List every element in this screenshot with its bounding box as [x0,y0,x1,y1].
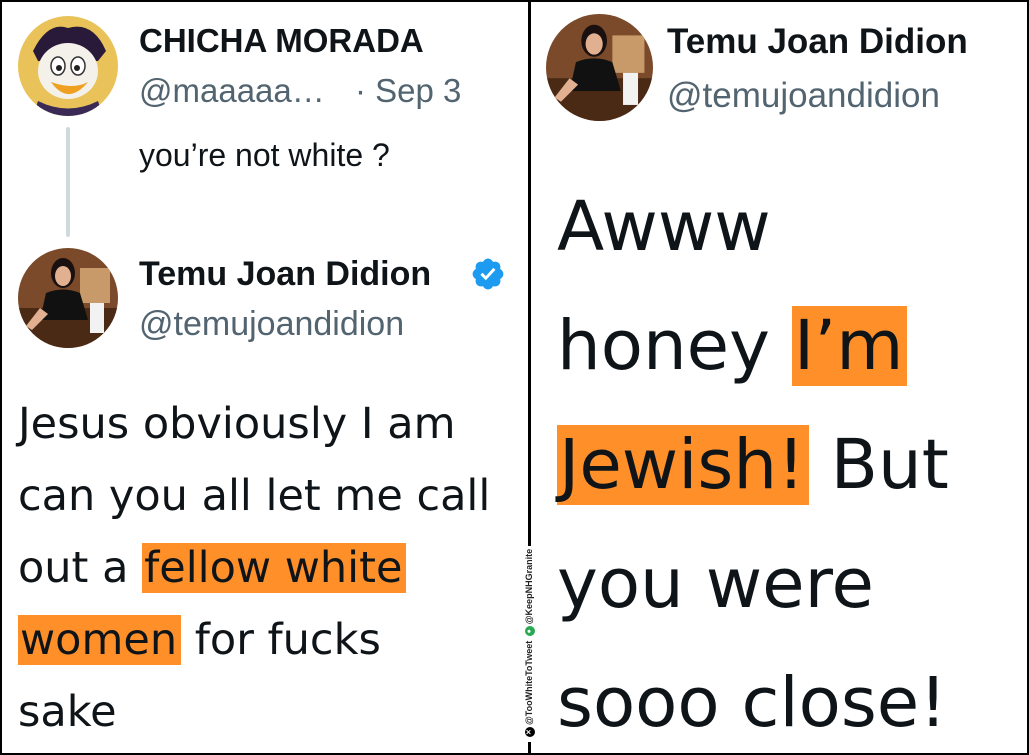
reply-date[interactable]: · Sep 3 [355,72,461,110]
tweet-author-handle[interactable]: @temujoandidion [667,76,940,116]
tweet-text: Awww [557,187,771,267]
tweet-line-3: out a fellow white [18,532,490,604]
highlighted-text: women [18,615,182,665]
right-panel: Temu Joan Didion @temujoandidion Awww ho… [531,0,1029,755]
tweet-body: Jesus obviously I am can you all let me … [18,388,490,748]
reply-author-handle[interactable]: @maaaaa… [139,72,325,110]
tweet-text: for fucks [181,615,381,665]
tweet-author-name[interactable]: Temu Joan Didion [139,255,431,294]
tweet-text: you were [557,544,874,624]
tweet-line-5: sake [18,676,490,748]
tweet-author-handle[interactable]: @temujoandidion [139,305,404,344]
tweet-body: Awww honey I’m Jewish! But you were sooo… [557,168,949,755]
tweet-line-2: honey I’m [557,287,949,406]
tweet-author-name[interactable]: Temu Joan Didion [667,22,968,62]
tweet-text: sake [18,687,117,737]
tweet-text: honey [557,306,792,386]
tweet-line-2: can you all let me call [18,460,490,532]
woman-photo-avatar-icon[interactable] [18,248,118,348]
tweet-line-3: Jewish! But [557,406,949,525]
reply-author-name[interactable]: CHICHA MORADA [139,22,424,60]
highlighted-text: Jewish! [557,425,809,505]
woman-photo-avatar-icon[interactable] [546,14,653,121]
left-panel: CHICHA MORADA @maaaaa… · Sep 3 you’re no… [0,0,529,755]
tweet-text: Jesus obviously I am [18,399,456,449]
tweet-text: But [808,425,949,505]
tweet-text: can you all let me call [18,471,491,521]
highlighted-text: I’m [791,306,908,386]
tweet-text: sooo close! [557,663,947,743]
tweet-line-4: women for fucks [18,604,490,676]
highlighted-text: fellow white [142,543,407,593]
cartoon-duck-avatar-icon[interactable] [18,16,118,116]
verified-badge-icon [472,258,504,290]
tweet-line-5: sooo close! [557,644,949,755]
reply-text: you’re not white ? [139,137,390,173]
thread-connector-line [66,127,70,237]
tweet-line-4: you were [557,525,949,644]
tweet-line-1: Awww [557,168,949,287]
tweet-line-1: Jesus obviously I am [18,388,490,460]
tweet-text: out a [18,543,143,593]
